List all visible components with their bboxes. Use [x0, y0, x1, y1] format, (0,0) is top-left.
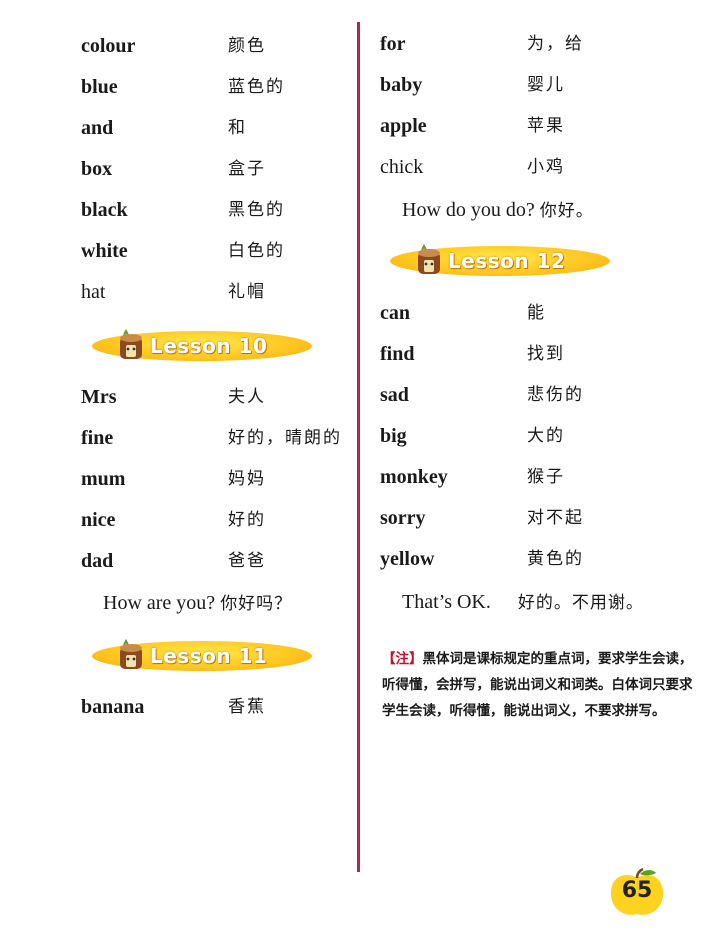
vocab-english: dad	[81, 550, 114, 572]
vocab-chinese: 小鸡	[527, 157, 565, 177]
vocab-chinese: 苹果	[527, 116, 565, 136]
vocab-row: dad 爸爸	[81, 545, 381, 577]
vocab-english: and	[81, 117, 114, 139]
vocab-english: find	[380, 343, 415, 365]
vocab-chinese: 好的，晴朗的	[228, 428, 342, 448]
vocab-english: white	[81, 240, 128, 262]
vocab-english: blue	[81, 76, 118, 98]
vocab-english: nice	[81, 509, 116, 531]
vocab-chinese: 找到	[527, 344, 565, 364]
vocab-english: colour	[81, 35, 136, 57]
vocab-english: fine	[81, 427, 114, 449]
vocab-english: apple	[380, 115, 427, 137]
phrase-chinese: 你好。	[539, 201, 594, 221]
phrase-chinese: 你好吗？	[220, 594, 293, 614]
vocab-row: chick 小鸡	[380, 151, 680, 183]
vocab-chinese: 夫人	[228, 387, 266, 407]
vocab-row: mum 妈妈	[81, 463, 381, 495]
vocab-english: monkey	[380, 466, 448, 488]
vocab-english: sorry	[380, 507, 426, 529]
vocab-english: mum	[81, 468, 126, 490]
vocab-chinese: 和	[228, 118, 247, 138]
tree-stump-icon	[418, 244, 440, 274]
vocab-chinese: 香蕉	[228, 697, 266, 717]
vocab-chinese: 婴儿	[527, 75, 565, 95]
vocab-chinese: 猴子	[527, 467, 565, 487]
lesson-title: Lesson 10	[150, 334, 268, 358]
vocab-row: box 盒子	[81, 153, 381, 185]
vocab-chinese: 悲伤的	[527, 385, 584, 405]
vocab-row: yellow 黄色的	[380, 543, 680, 575]
vocab-chinese: 为，给	[527, 34, 584, 54]
vocab-row: find 找到	[380, 338, 680, 370]
lesson-title: Lesson 11	[150, 644, 268, 668]
vocab-chinese: 能	[527, 303, 546, 323]
vocab-english: can	[380, 302, 410, 324]
vocab-chinese: 白色的	[228, 241, 285, 261]
vocab-chinese: 对不起	[527, 508, 584, 528]
vocab-english: baby	[380, 74, 423, 96]
lesson-title: Lesson 12	[448, 249, 566, 273]
note-text: 黑体词是课标规定的重点词，要求学生会读，听得懂，会拼写，能说出词义和词类。白体词…	[382, 651, 693, 719]
vocab-english: hat	[81, 281, 106, 303]
page-number: 65	[621, 878, 653, 903]
vocab-chinese: 大的	[527, 426, 565, 446]
phrase-thats-ok: That’s OK. 好的。不用谢。	[402, 586, 644, 618]
vocab-chinese: 妈妈	[228, 469, 266, 489]
vocab-row: Mrs 夫人	[81, 381, 381, 413]
vocab-english: yellow	[380, 548, 435, 570]
vocab-english: Mrs	[81, 386, 117, 408]
tree-stump-icon	[120, 329, 142, 359]
vocab-english: for	[380, 33, 406, 55]
vocab-row: nice 好的	[81, 504, 381, 536]
vocab-chinese: 爸爸	[228, 551, 266, 571]
vocab-english: chick	[380, 156, 424, 178]
phrase-english: How are you?	[103, 592, 216, 614]
vocab-chinese: 礼帽	[228, 282, 266, 302]
vocab-row: monkey 猴子	[380, 461, 680, 493]
vocab-row: banana 香蕉	[81, 691, 381, 723]
vocab-row: and 和	[81, 112, 381, 144]
note-tag: 【注】	[382, 651, 423, 667]
lesson-11-banner: Lesson 11	[92, 639, 312, 673]
vocab-row: for 为，给	[380, 28, 680, 60]
vocab-chinese: 蓝色的	[228, 77, 285, 97]
vocab-row: can 能	[380, 297, 680, 329]
phrase-english: That’s OK.	[402, 591, 491, 613]
vocab-chinese: 黑色的	[228, 200, 285, 220]
vocab-row: black 黑色的	[81, 194, 381, 226]
phrase-english: How do you do?	[402, 199, 535, 221]
vocab-row: sad 悲伤的	[380, 379, 680, 411]
lesson-12-banner: Lesson 12	[390, 244, 610, 278]
tree-stump-icon	[120, 639, 142, 669]
vocab-row: big 大的	[380, 420, 680, 452]
phrase-how-are-you: How are you? 你好吗？	[103, 587, 292, 619]
vocab-english: box	[81, 158, 113, 180]
lesson-10-banner: Lesson 10	[92, 329, 312, 363]
page-number-badge: 65	[606, 868, 668, 920]
vocab-chinese: 黄色的	[527, 549, 584, 569]
vocab-row: blue 蓝色的	[81, 71, 381, 103]
vocab-row: baby 婴儿	[380, 69, 680, 101]
vocab-row: white 白色的	[81, 235, 381, 267]
vocab-english: black	[81, 199, 128, 221]
vocab-row: sorry 对不起	[380, 502, 680, 534]
phrase-chinese: 好的。不用谢。	[517, 593, 644, 613]
vocab-row: apple 苹果	[380, 110, 680, 142]
vocab-english: sad	[380, 384, 409, 406]
vocab-row: fine 好的，晴朗的	[81, 422, 381, 454]
note-box: 【注】黑体词是课标规定的重点词，要求学生会读，听得懂，会拼写，能说出词义和词类。…	[382, 646, 700, 724]
vocab-chinese: 盒子	[228, 159, 266, 179]
vocab-row: hat 礼帽	[81, 276, 381, 308]
phrase-how-do-you-do: How do you do? 你好。	[402, 194, 594, 226]
vocab-english: big	[380, 425, 407, 447]
vocab-english: banana	[81, 696, 145, 718]
vocab-chinese: 好的	[228, 510, 266, 530]
vocab-chinese: 颜色	[228, 36, 266, 56]
vocab-row: colour 颜色	[81, 30, 381, 62]
